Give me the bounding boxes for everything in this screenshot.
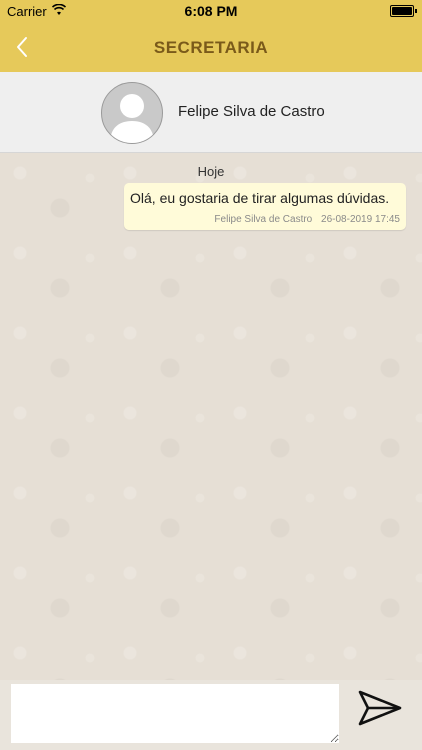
message-text: Olá, eu gostaria de tirar algumas dúvida… (130, 190, 390, 206)
chat-area[interactable]: Hoje Olá, eu gostaria de tirar algumas d… (0, 153, 422, 680)
avatar (101, 82, 163, 144)
composer-bar (0, 680, 422, 750)
date-separator: Hoje (197, 164, 225, 179)
status-time: 6:08 PM (184, 3, 238, 19)
contact-name: Felipe Silva de Castro (178, 103, 325, 120)
page-title: SECRETARIA (153, 38, 269, 57)
message-meta: Felipe Silva de Castro 26-08-2019 17:45 (214, 214, 400, 225)
contact-header: Felipe Silva de Castro (0, 72, 422, 153)
avatar-placeholder-icon (110, 94, 154, 143)
send-icon[interactable] (356, 686, 404, 730)
message-input[interactable] (11, 684, 339, 743)
status-bar: Carrier 6:08 PM (0, 0, 422, 22)
message-timestamp: 26-08-2019 17:45 (321, 214, 400, 225)
battery-icon (390, 5, 417, 17)
message-bubble[interactable]: Olá, eu gostaria de tirar algumas dúvida… (124, 183, 406, 230)
message-author: Felipe Silva de Castro (214, 214, 313, 225)
nav-bar: SECRETARIA (0, 22, 422, 72)
